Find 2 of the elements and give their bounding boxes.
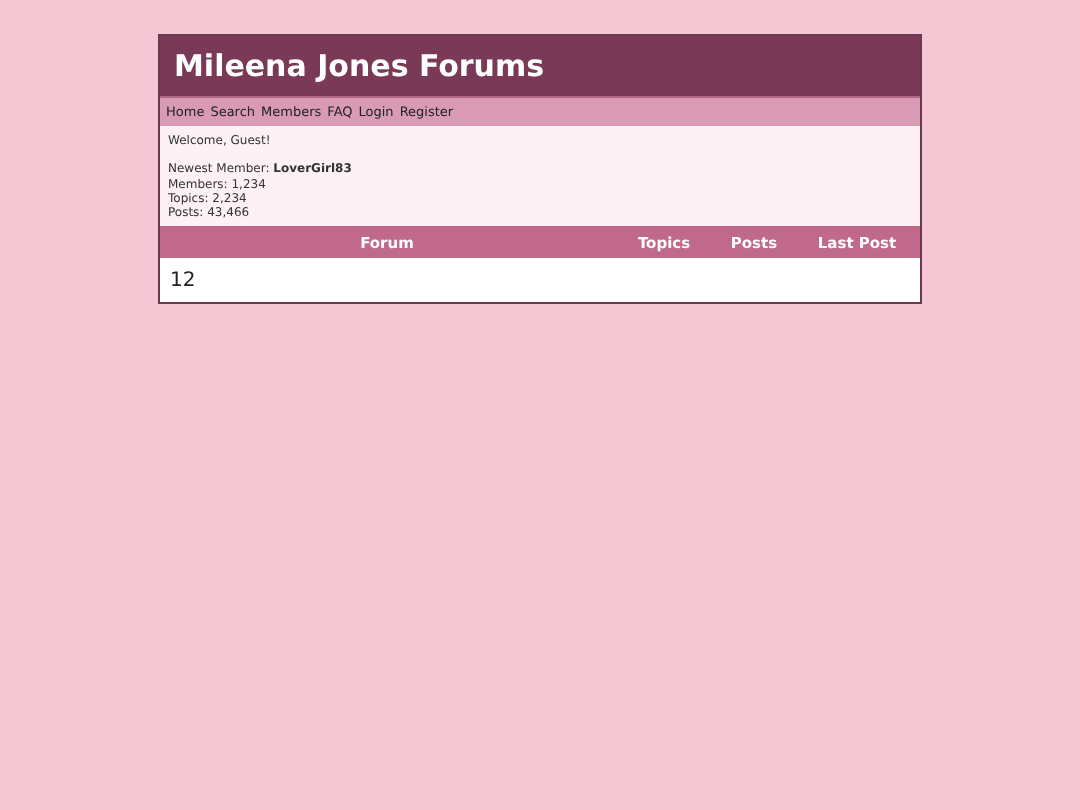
forum-title: Mileena Jones Forums [174,48,545,84]
table-cell-text: 12 [168,269,198,292]
